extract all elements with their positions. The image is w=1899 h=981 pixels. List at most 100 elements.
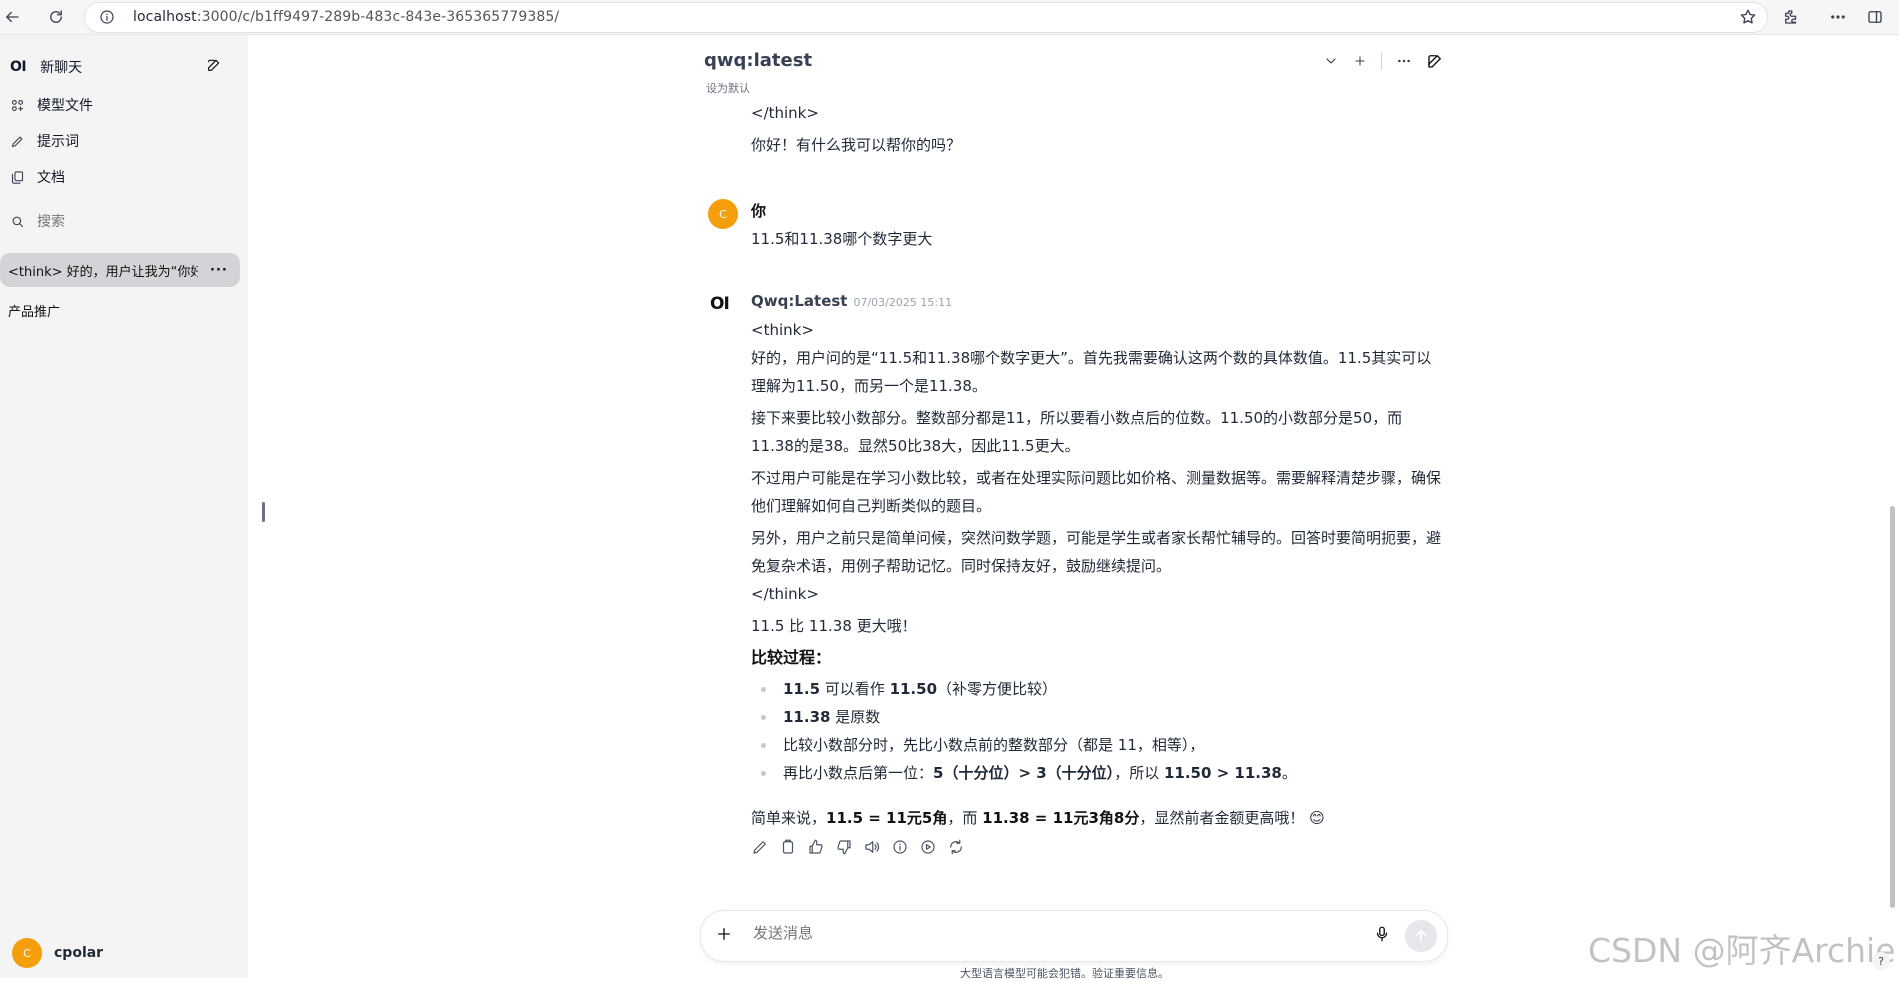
search-icon xyxy=(10,214,25,229)
search-input[interactable] xyxy=(35,212,219,230)
chat-title: <think> 好的，用户让我为“你好 xyxy=(8,264,198,280)
answer-text: 11.5 比 11.38 更大哦！ xyxy=(751,617,917,635)
bold-text: 11.38 = 11元3角8分 xyxy=(982,809,1140,827)
sidebar-item-label: 模型文件 xyxy=(37,98,93,114)
bold-text: 11.38 xyxy=(783,708,831,726)
comparison-list: 11.5 可以看作 11.50（补零方便比较） 11.38 是原数 比较小数部分… xyxy=(751,675,1441,787)
summary-text: 简单来说，11.5 = 11元5角，而 11.38 = 11元3角8分，显然前者… xyxy=(751,804,1441,832)
user-menu[interactable]: C cpolar xyxy=(12,938,103,968)
bold-text: 11.5 xyxy=(783,680,821,698)
text: 可以看作 xyxy=(820,680,890,698)
compose-icon[interactable] xyxy=(206,57,222,73)
bold-text: 11.50 xyxy=(889,680,938,698)
new-chat-label: 新聊天 xyxy=(40,60,83,76)
thumbs-up-icon[interactable] xyxy=(807,838,825,856)
search-box[interactable] xyxy=(4,206,240,236)
text: 是原数 xyxy=(830,708,881,726)
think-paragraph: 好的，用户问的是“11.5和11.38哪个数字更大”。首先我需要确认这两个数的具… xyxy=(751,349,1432,395)
more-menu-icon[interactable] xyxy=(1826,5,1850,29)
help-button[interactable]: ? xyxy=(1872,952,1890,970)
message-actions xyxy=(751,838,965,856)
sidebar-item-models[interactable]: 模型文件 xyxy=(10,95,93,115)
more-options-icon[interactable] xyxy=(1396,53,1412,69)
think-close-tag: </think> xyxy=(751,104,819,122)
text: 。 xyxy=(1281,764,1297,782)
text: ，显然前者金额更高哦！ xyxy=(1139,809,1305,827)
url-path: :3000/c/b1ff9497-289b-483c-843e-36536577… xyxy=(196,9,560,25)
back-icon[interactable] xyxy=(0,5,24,29)
model-selector[interactable]: qwq:latest xyxy=(704,50,812,71)
assistant-sender: Qwq:Latest 07/03/2025 15:11 xyxy=(751,292,952,310)
play-icon[interactable] xyxy=(919,838,937,856)
scrollbar[interactable] xyxy=(1890,506,1895,908)
reload-icon[interactable] xyxy=(44,5,68,29)
chat-header: qwq:latest 设为默认 xyxy=(704,50,1444,100)
site-info-icon[interactable] xyxy=(99,9,115,25)
microphone-icon[interactable] xyxy=(1373,925,1391,943)
read-aloud-icon[interactable] xyxy=(863,838,881,856)
list-item: 比较小数部分时，先比小数点前的整数部分（都是 11，相等）， xyxy=(751,731,1441,759)
chat-group-label: 产品推广 xyxy=(8,305,61,320)
assistant-name: Qwq:Latest xyxy=(751,292,848,310)
text: ，所以 xyxy=(1114,764,1164,782)
copy-icon[interactable] xyxy=(779,838,797,856)
user-sender-name: 你 xyxy=(751,202,767,220)
think-open-tag: <think> xyxy=(751,321,814,339)
user-name: cpolar xyxy=(54,945,104,961)
info-icon[interactable] xyxy=(891,838,909,856)
attach-plus-icon[interactable] xyxy=(715,925,733,943)
edit-icon[interactable] xyxy=(751,838,769,856)
set-default-link[interactable]: 设为默认 xyxy=(706,80,750,96)
disclaimer-text: 大型语言模型可能会犯错。验证重要信息。 xyxy=(960,967,1169,980)
message-composer xyxy=(700,910,1448,962)
avatar: C xyxy=(12,938,42,968)
assistant-avatar: OI xyxy=(710,294,730,314)
header-actions xyxy=(1323,52,1444,70)
list-item: 11.5 可以看作 11.50（补零方便比较） xyxy=(751,675,1441,703)
bookmark-star-icon[interactable] xyxy=(1739,8,1757,26)
send-button[interactable] xyxy=(1405,920,1437,952)
user-message-text: 11.5和11.38哪个数字更大 xyxy=(751,230,933,248)
sidebar: OI 新聊天 模型文件 提示词 文档 <think> 好的，用户让我为“你好 ·… xyxy=(0,35,248,978)
sidebar-item-documents[interactable]: 文档 xyxy=(10,167,65,187)
models-icon xyxy=(10,98,25,113)
chevron-down-icon[interactable] xyxy=(1323,53,1339,69)
sidebar-item-label: 文档 xyxy=(37,170,65,186)
url-host: localhost xyxy=(133,9,197,25)
add-model-icon[interactable] xyxy=(1353,54,1367,68)
chat-list-item[interactable]: <think> 好的，用户让我为“你好 ··· xyxy=(0,253,240,287)
app-logo: OI xyxy=(10,59,27,75)
text: 简单来说， xyxy=(751,809,827,827)
thumbs-down-icon[interactable] xyxy=(835,838,853,856)
new-chat-button[interactable]: OI 新聊天 xyxy=(10,57,82,77)
watermark: CSDN @阿齐Archie xyxy=(1588,931,1896,970)
text: （补零方便比较） xyxy=(937,680,1058,698)
smile-emoji-icon: 😊 xyxy=(1309,809,1325,827)
message-input[interactable] xyxy=(751,924,1315,943)
list-item: 再比小数点后第一位：5（十分位）> 3（十分位），所以 11.50 > 11.3… xyxy=(751,759,1441,787)
list-item: 11.38 是原数 xyxy=(751,703,1441,731)
sidebar-toggle-icon[interactable] xyxy=(1863,5,1887,29)
sidebar-item-prompts[interactable]: 提示词 xyxy=(10,131,79,151)
extensions-icon[interactable] xyxy=(1779,5,1803,29)
bold-text: 11.50 > 11.38 xyxy=(1163,764,1282,782)
address-bar[interactable]: localhost:3000/c/b1ff9497-289b-483c-843e… xyxy=(84,2,1768,33)
divider xyxy=(1381,52,1382,70)
think-close-tag: </think> xyxy=(751,585,819,603)
sidebar-resize-handle[interactable] xyxy=(262,502,265,522)
bold-text: 5（十分位）> 3（十分位） xyxy=(933,764,1115,782)
chat-options-icon[interactable]: ··· xyxy=(210,263,228,278)
browser-toolbar: localhost:3000/c/b1ff9497-289b-483c-843e… xyxy=(0,0,1899,35)
previous-reply: 你好！有什么我可以帮你的吗？ xyxy=(751,136,962,154)
bold-text: 11.5 = 11元5角 xyxy=(826,809,948,827)
process-heading: 比较过程： xyxy=(751,648,832,667)
text: 比较小数部分时，先比小数点前的整数部分（都是 11，相等）， xyxy=(783,736,1205,754)
text: ，而 xyxy=(947,809,983,827)
avatar: C xyxy=(708,199,738,229)
url-text: localhost:3000/c/b1ff9497-289b-483c-843e… xyxy=(133,9,559,25)
sidebar-item-label: 提示词 xyxy=(37,134,79,150)
documents-icon xyxy=(10,170,25,185)
regenerate-icon[interactable] xyxy=(947,838,965,856)
new-chat-icon[interactable] xyxy=(1426,52,1444,70)
message-timestamp: 07/03/2025 15:11 xyxy=(853,296,953,309)
